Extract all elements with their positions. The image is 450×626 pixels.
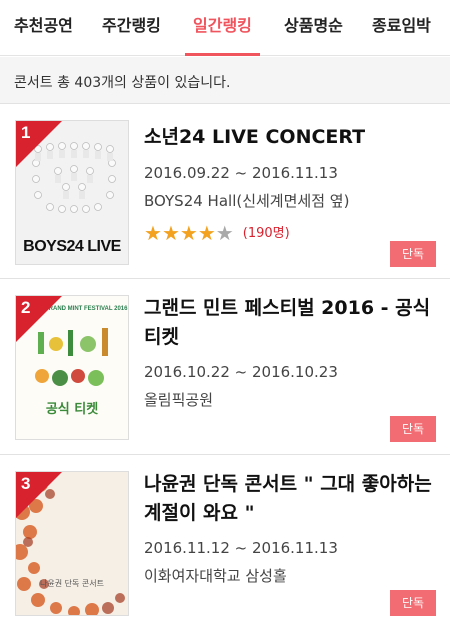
item-date: 2016.09.22 ~ 2016.11.13: [144, 164, 338, 182]
star-rating: ★★★★★ (190명): [144, 221, 290, 245]
tab-ending-soon[interactable]: 종료임박: [372, 12, 431, 56]
item-date: 2016.10.22 ~ 2016.10.23: [144, 363, 338, 381]
tab-daily-ranking[interactable]: 일간랭킹: [185, 12, 260, 56]
star-icon: ★: [197, 221, 216, 245]
poster-image[interactable]: 나윤권 단독 콘서트 3: [15, 471, 129, 616]
tab-by-name[interactable]: 상품명순: [284, 12, 343, 56]
item-title[interactable]: 나윤권 단독 콘서트 " 그대 좋아하는 계절이 와요 ": [144, 470, 440, 528]
list-item[interactable]: GRAND MINT FESTIVAL 2016 공식 티켓 2 그랜드 민트 …: [0, 280, 450, 455]
tab-weekly-ranking[interactable]: 주간랭킹: [102, 12, 161, 56]
item-venue: BOYS24 Hall(신세계면세점 옆): [144, 192, 350, 210]
star-icon: ★: [179, 221, 198, 245]
star-icon: ★: [161, 221, 180, 245]
rank-number: 1: [21, 123, 31, 142]
exclusive-badge: 단독: [390, 416, 436, 442]
item-title[interactable]: 소년24 LIVE CONCERT: [144, 123, 440, 152]
star-icon: ★: [215, 221, 234, 245]
poster-caption: 공식 티켓: [45, 402, 99, 417]
rank-number: 3: [21, 474, 31, 493]
list-item[interactable]: 나윤권 단독 콘서트 3 나윤권 단독 콘서트 " 그대 좋아하는 계절이 와요…: [0, 456, 450, 626]
result-count-text: 콘서트 총 403개의 상품이 있습니다.: [14, 75, 231, 91]
item-venue: 이화여자대학교 삼성홀: [144, 567, 287, 585]
rank-number: 2: [21, 298, 31, 317]
result-count-bar: 콘서트 총 403개의 상품이 있습니다.: [0, 57, 450, 104]
exclusive-badge: 단독: [390, 241, 436, 267]
item-date: 2016.11.12 ~ 2016.11.13: [144, 539, 338, 557]
ranking-tab-bar: 추천공연 주간랭킹 일간랭킹 상품명순 종료임박: [0, 0, 450, 56]
tab-recommended[interactable]: 추천공연: [14, 12, 73, 56]
poster-caption: BOYS24 LIVE: [23, 238, 121, 255]
rating-count: (190명): [242, 226, 290, 241]
poster-caption: 나윤권 단독 콘서트: [40, 579, 104, 588]
poster-image[interactable]: GRAND MINT FESTIVAL 2016 공식 티켓 2: [15, 295, 129, 440]
item-venue: 올림픽공원: [144, 391, 214, 409]
list-item[interactable]: BOYS24 LIVE 1 소년24 LIVE CONCERT 2016.09.…: [0, 105, 450, 279]
poster-image[interactable]: BOYS24 LIVE 1: [15, 120, 129, 265]
item-title[interactable]: 그랜드 민트 페스티벌 2016 - 공식 티켓: [144, 294, 440, 352]
star-icon: ★: [144, 221, 162, 245]
exclusive-badge: 단독: [390, 590, 436, 616]
